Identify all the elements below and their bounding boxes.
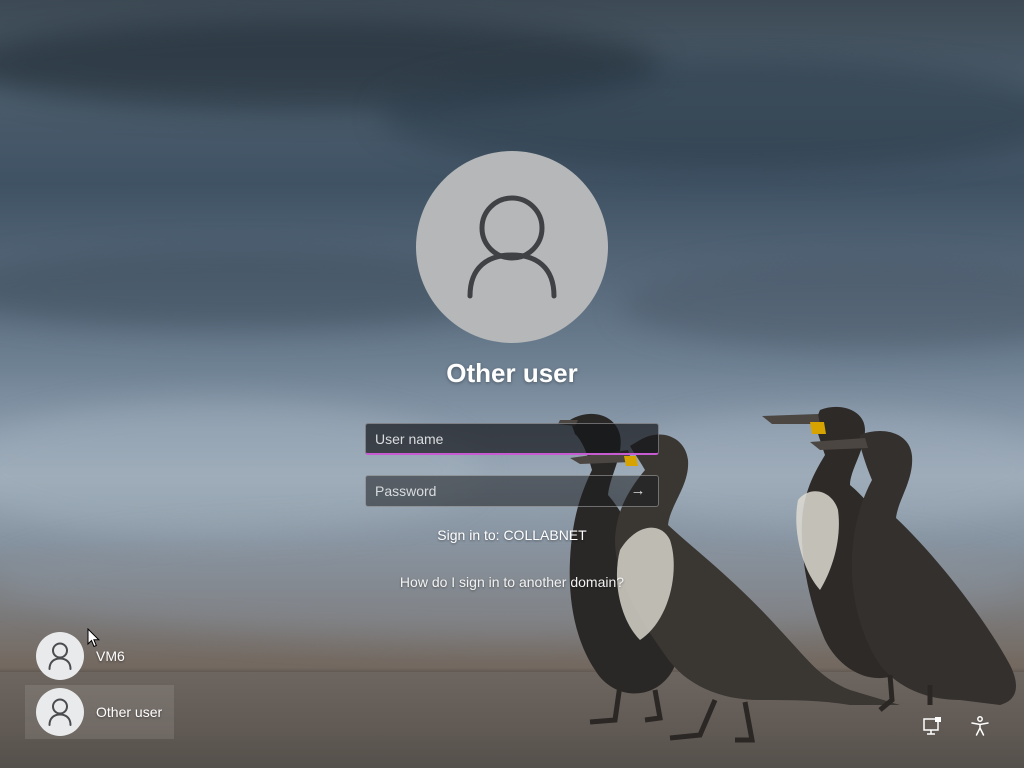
avatar: [36, 688, 84, 736]
sign-in-domain-text: Sign in to: COLLABNET: [437, 527, 587, 543]
avatar: [36, 632, 84, 680]
password-field[interactable]: Password →: [365, 475, 659, 507]
domain-help-link[interactable]: How do I sign in to another domain?: [362, 574, 662, 590]
accessibility-icon[interactable]: [969, 715, 991, 737]
username-field[interactable]: User name: [365, 423, 659, 455]
mouse-cursor-icon: [87, 628, 101, 648]
user-avatar-large: [416, 151, 608, 343]
network-icon[interactable]: [921, 715, 943, 737]
user-title: Other user: [446, 358, 578, 388]
user-icon: [48, 642, 72, 670]
arrow-right-icon[interactable]: →: [628, 476, 648, 506]
username-placeholder: User name: [375, 431, 444, 447]
user-tile-other-user[interactable]: Other user: [25, 685, 174, 739]
user-icon: [48, 698, 72, 726]
user-icon: [467, 195, 557, 299]
user-tile-label: Other user: [96, 704, 163, 720]
lock-screen: Other user User name Password → Sign in …: [0, 0, 1024, 768]
password-placeholder: Password: [375, 483, 437, 499]
